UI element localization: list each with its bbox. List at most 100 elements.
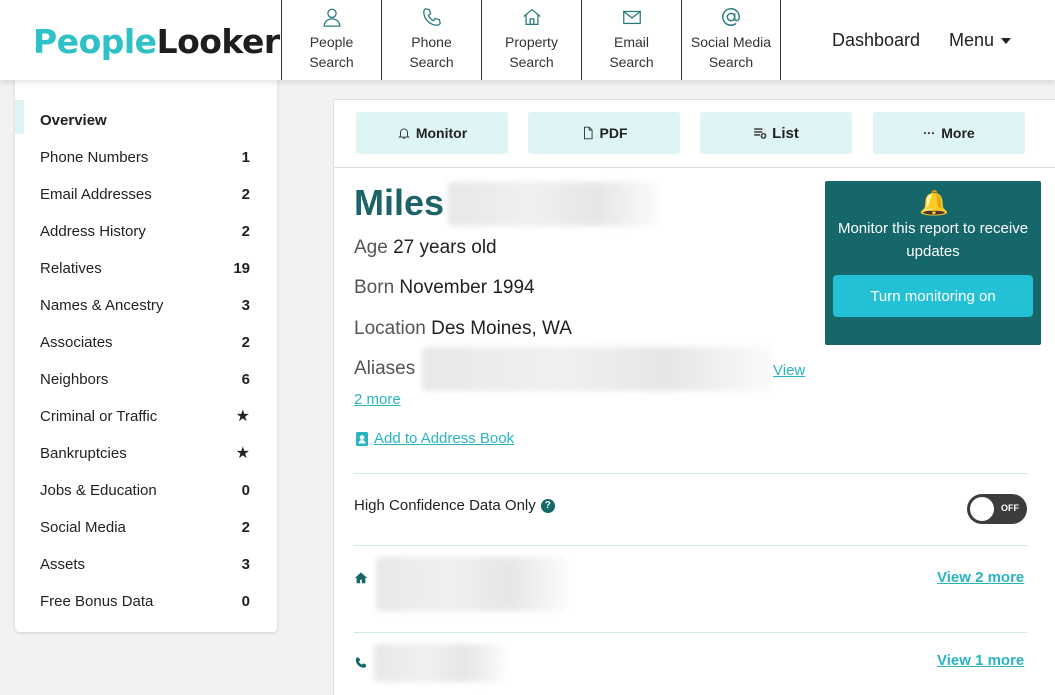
aliases-view-link[interactable]: View [773,362,805,379]
pdf-label: PDF [599,125,628,141]
add-address-book-label: Add to Address Book [374,430,515,447]
sidebar-item-label: Names & Ancestry [40,296,164,314]
report-sidebar: Overview Phone Numbers 1 Email Addresses 2… [15,80,277,632]
phone-icon [355,657,367,668]
redacted-aliases [422,347,772,391]
divider [354,632,1027,633]
person-first-name: Miles [354,182,445,223]
monitor-button[interactable]: Monitor [356,112,508,154]
sidebar-item-label: Assets [40,555,86,573]
nav-people-search[interactable]: People Search [281,0,381,80]
location-row: Location Des Moines, WA [354,318,572,340]
toggle-knob [970,497,994,521]
sidebar-item-count: 2 [241,518,250,536]
redacted-address [376,557,566,611]
sidebar-item-associates[interactable]: Associates 2 [40,330,250,354]
list-add-icon [754,128,767,139]
sidebar-item-free-bonus-data[interactable]: Free Bonus Data 0 [40,589,250,613]
nav-property-label2: Search [509,54,554,70]
aliases-label: Aliases [354,358,416,379]
sidebar-item-phone-numbers[interactable]: Phone Numbers 1 [40,145,250,169]
view-more-addresses-link[interactable]: View 2 more [937,569,1024,586]
sidebar-item-label: Social Media [40,518,126,536]
top-header: PeopleLooker People Search Phone Search … [0,0,1055,80]
nav-social-label2: Search [708,54,754,70]
pdf-button[interactable]: PDF [528,112,680,154]
star-icon: ★ [235,408,250,425]
nav-social-label1: Social Media [690,34,772,50]
aliases-more-link[interactable]: 2 more [354,391,401,408]
sidebar-item-label: Email Addresses [40,185,152,203]
nav-social-search[interactable]: Social Media Search [681,0,781,80]
sidebar-item-count: 3 [241,555,250,573]
brand-logo-part1: People [33,22,157,61]
active-indicator [15,100,24,134]
list-button[interactable]: List [700,112,852,154]
action-bar: Monitor PDF List ··· More [334,100,1055,168]
sidebar-item-label: Free Bonus Data [40,592,154,610]
nav-property-label1: Property [505,34,558,50]
sidebar-item-label: Associates [40,333,113,351]
nav-email-search[interactable]: Email Search [581,0,681,80]
nav-property-search[interactable]: Property Search [481,0,581,80]
born-label: Born [354,277,395,298]
home-icon [522,8,541,25]
sidebar-item-jobs-education[interactable]: Jobs & Education 0 [40,478,250,502]
divider [354,473,1027,474]
sidebar-item-email-addresses[interactable]: Email Addresses 2 [40,182,250,206]
sidebar-item-count: 0 [241,592,250,610]
ellipsis-icon: ··· [923,126,936,140]
sidebar-item-neighbors[interactable]: Neighbors 6 [40,367,250,391]
monitor-card: 🔔 Monitor this report to receive updates… [825,181,1041,345]
nav-people-label1: People [309,34,354,50]
sidebar-item-count: 2 [241,185,250,203]
toggle-state: OFF [1001,503,1019,513]
nav-phone-label1: Phone [411,34,452,50]
sidebar-item-count: 1 [241,148,250,166]
report-panel: Monitor PDF List ··· More Miles Age 27 y… [333,99,1055,695]
person-icon [323,8,340,27]
phone-icon [422,8,441,26]
nav-email-label2: Search [609,54,654,70]
sidebar-item-social-media[interactable]: Social Media 2 [40,515,250,539]
more-label: More [941,125,975,141]
brand-logo-part2: Looker [156,22,281,61]
sidebar-item-count: 3 [241,296,250,314]
sidebar-item-label: Address History [40,222,146,240]
high-confidence-toggle[interactable]: OFF [967,494,1027,524]
nav-people-label2: Search [309,54,354,70]
view-more-phones-link[interactable]: View 1 more [937,652,1024,669]
age-label: Age [354,237,388,258]
add-address-book[interactable]: Add to Address Book [354,430,514,447]
star-icon: ★ [235,445,250,462]
nav-email-label1: Email [613,34,649,50]
sidebar-item-bankruptcies[interactable]: Bankruptcies ★ [40,441,250,465]
high-confidence-row: High Confidence Data Only ? [354,497,555,514]
turn-monitoring-on-button[interactable]: Turn monitoring on [833,275,1033,317]
sidebar-item-names-ancestry[interactable]: Names & Ancestry 3 [40,293,250,317]
sidebar-item-label: Bankruptcies [40,444,127,462]
brand-logo[interactable]: PeopleLooker [33,22,280,62]
sidebar-item-assets[interactable]: Assets 3 [40,552,250,576]
dashboard-link[interactable]: Dashboard [832,30,920,51]
nav-phone-search[interactable]: Phone Search [381,0,481,80]
list-label: List [772,124,799,142]
location-label: Location [354,318,426,339]
envelope-icon [622,10,641,25]
sidebar-item-label: Neighbors [40,370,109,388]
sidebar-item-address-history[interactable]: Address History 2 [40,219,250,243]
menu-label: Menu [949,30,995,50]
sidebar-item-overview[interactable]: Overview [40,108,250,132]
sidebar-item-criminal-traffic[interactable]: Criminal or Traffic ★ [40,404,250,428]
more-button[interactable]: ··· More [873,112,1025,154]
help-icon[interactable]: ? [540,498,555,513]
sidebar-item-label: Phone Numbers [40,148,149,166]
sidebar-item-relatives[interactable]: Relatives 19 [40,256,250,280]
menu-dropdown[interactable]: Menu [949,30,1012,51]
sidebar-item-count: 0 [241,481,250,499]
born-value: November 1994 [399,277,535,298]
bell-icon: 🔔 [919,190,949,217]
address-book-icon [356,431,368,446]
monitor-label: Monitor [415,125,468,141]
location-value: Des Moines, WA [431,318,572,339]
